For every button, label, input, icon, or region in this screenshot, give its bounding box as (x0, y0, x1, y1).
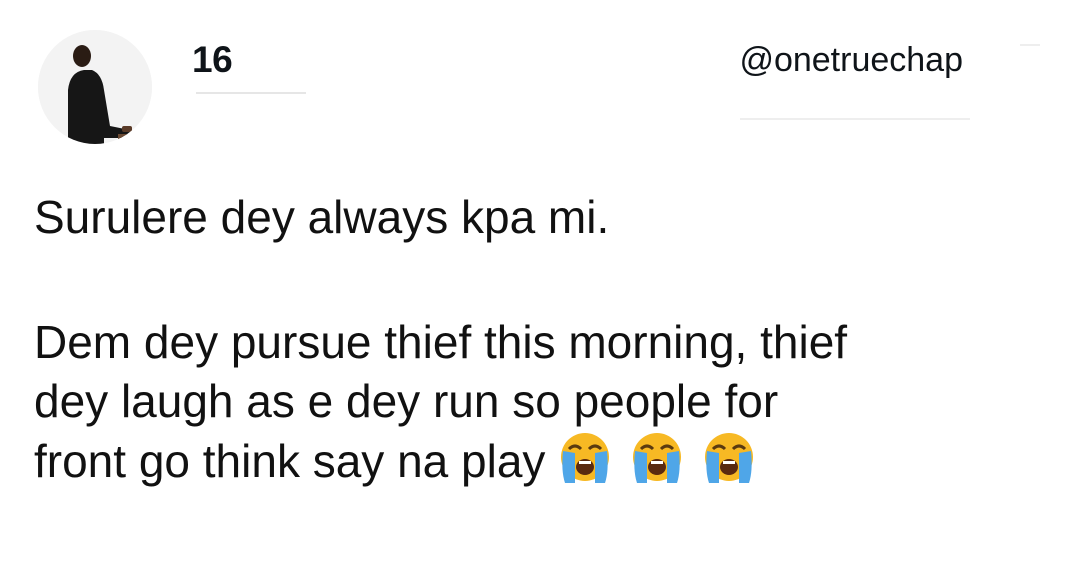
loudly-crying-face-icon (697, 431, 761, 487)
tweet-text: Surulere dey always kpa mi. Dem dey purs… (34, 188, 1034, 491)
faint-divider (196, 92, 306, 94)
tweet-paragraph: Surulere dey always kpa mi. (34, 191, 610, 243)
tweet-paragraph: dey laugh as e dey run so people for (34, 375, 779, 427)
loudly-crying-face-icon (553, 431, 617, 487)
faint-divider (1020, 44, 1040, 46)
tweet-paragraph: Dem dey pursue thief this morning, thief (34, 316, 848, 368)
author-handle[interactable]: @onetruechap (739, 40, 963, 80)
faint-divider (740, 118, 970, 120)
avatar[interactable] (38, 30, 152, 144)
tweet-paragraph: front go think say na play (34, 431, 1034, 491)
tweet-card[interactable]: 16 @onetruechap Surulere dey always kpa … (0, 0, 1080, 572)
author-name[interactable]: 16 (192, 40, 233, 80)
loudly-crying-face-icon (625, 431, 689, 487)
tweet-line-text: front go think say na play (34, 435, 546, 487)
